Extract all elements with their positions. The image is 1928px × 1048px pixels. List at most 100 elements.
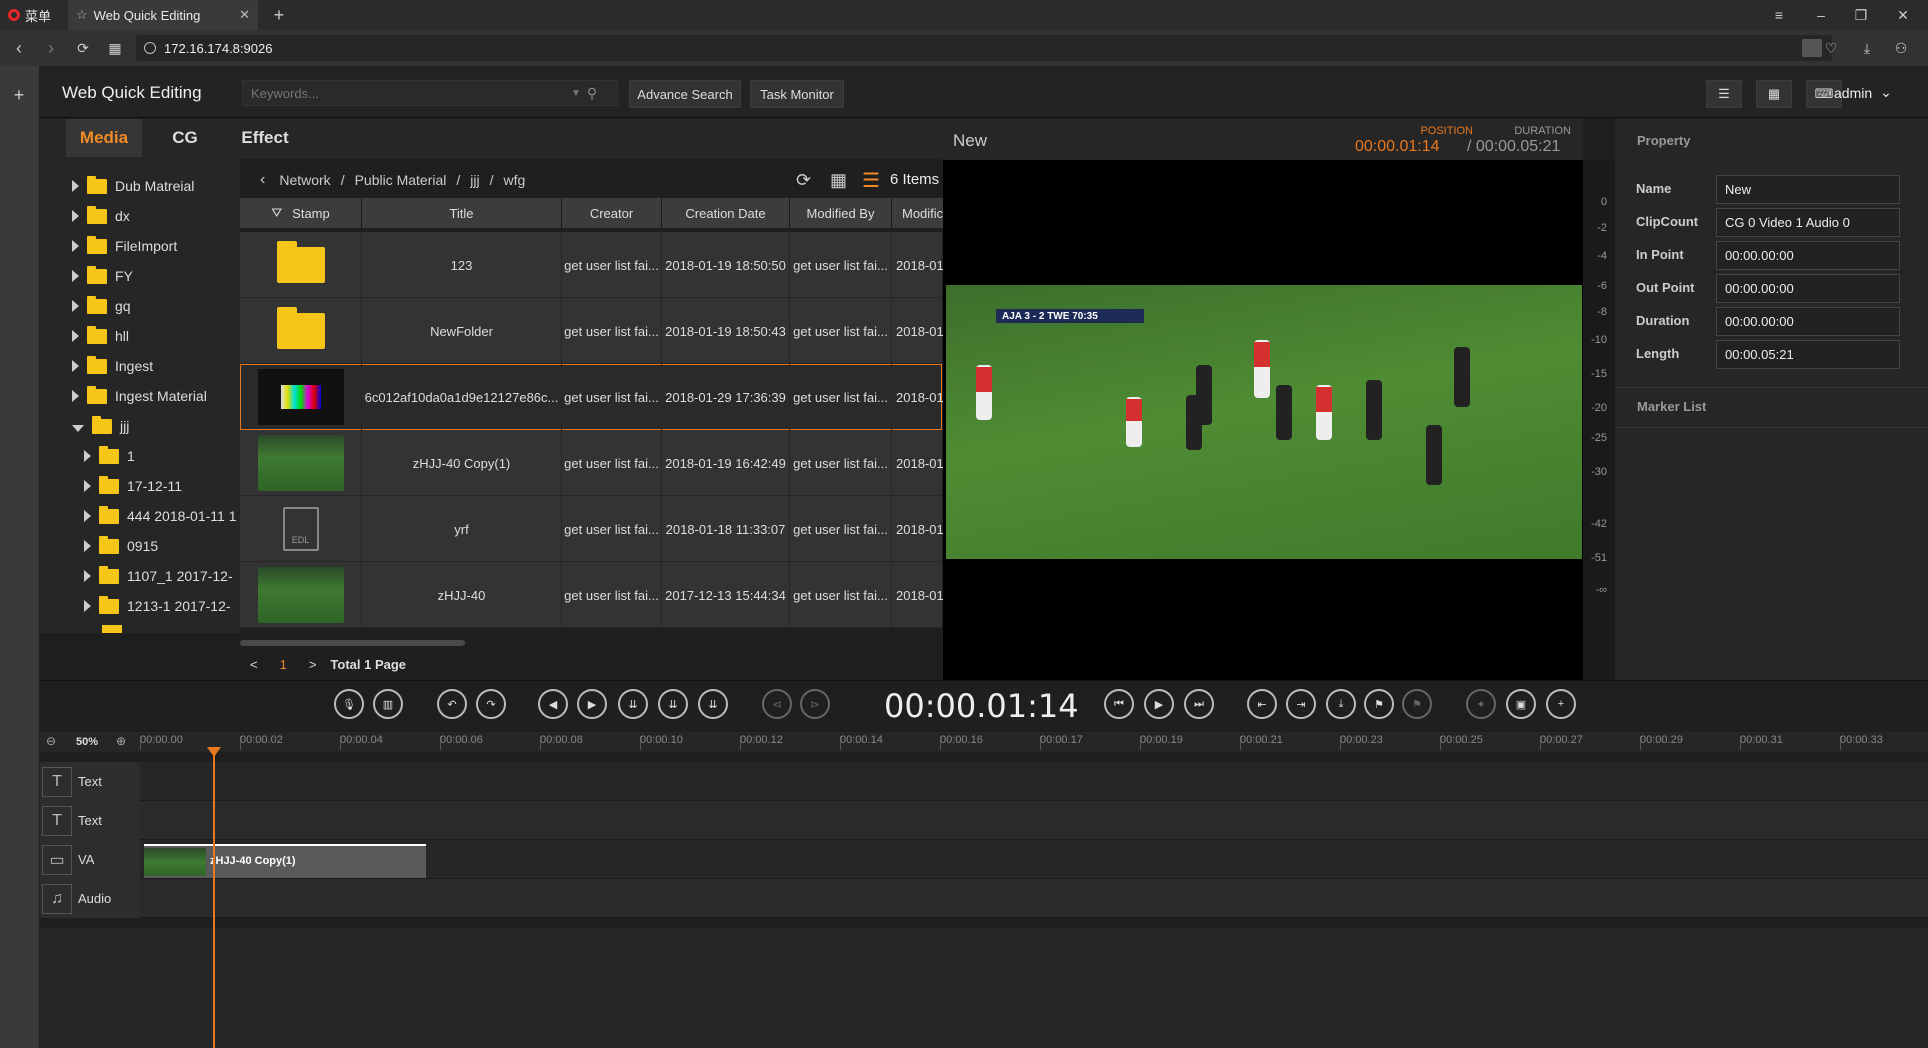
table-row[interactable]: 6c012af10da0a1d9e12127e86c... get user li… xyxy=(240,364,943,430)
column-stamp[interactable]: ⛛ Stamp xyxy=(240,198,362,228)
property-value-field[interactable]: CG 0 Video 1 Audio 0 xyxy=(1716,208,1900,237)
zoom-in-icon[interactable]: ⊕ xyxy=(116,734,126,748)
column-modified-by[interactable]: Modified By xyxy=(790,198,892,228)
refresh-icon[interactable]: ⟳ xyxy=(796,170,811,191)
search-input[interactable] xyxy=(251,85,571,101)
tree-view-icon[interactable]: ☰ xyxy=(1706,80,1742,108)
split-left-icon[interactable]: ⇊ xyxy=(658,689,688,719)
download-icon[interactable]: ⤓ xyxy=(1856,37,1878,59)
split-right-icon[interactable]: ⇊ xyxy=(698,689,728,719)
prev-marker-icon[interactable]: ⊲ xyxy=(762,689,792,719)
tree-item[interactable]: 1 xyxy=(84,443,135,469)
mark-in-icon[interactable]: ◀ xyxy=(538,689,568,719)
column-creation-date[interactable]: Creation Date xyxy=(662,198,790,228)
tree-item[interactable]: FY xyxy=(72,263,133,289)
tree-item[interactable]: Ingest Material xyxy=(72,383,207,409)
table-row[interactable]: zHJJ-40 get user list fai... 2017-12-13 15… xyxy=(240,562,943,628)
track-header[interactable]: ♫ Audio xyxy=(40,879,140,918)
tree-item[interactable]: Ingest xyxy=(72,353,153,379)
timeline-clip[interactable]: zHJJ-40 Copy(1) xyxy=(144,844,426,878)
tree-item[interactable]: 1107_1 2017-12- xyxy=(84,563,233,589)
zoom-out-icon[interactable]: ⊖ xyxy=(46,734,56,748)
pager-prev[interactable]: < xyxy=(250,657,258,672)
tree-item[interactable]: FileImport xyxy=(72,233,177,259)
task-monitor-button[interactable]: Task Monitor xyxy=(750,80,844,108)
tree-item[interactable]: Dub Matreial xyxy=(72,173,194,199)
caret-right-icon[interactable] xyxy=(72,360,79,372)
column-creator[interactable]: Creator xyxy=(562,198,662,228)
tab-media[interactable]: Media xyxy=(66,119,142,157)
microphone-icon[interactable]: 🎙 xyxy=(334,689,364,719)
track-header[interactable]: T Text xyxy=(40,762,140,801)
tree-item[interactable]: 17-12-11 xyxy=(84,473,182,499)
tab-cg[interactable]: CG xyxy=(152,119,218,157)
play-icon[interactable]: ▶ xyxy=(1144,689,1174,719)
undo-icon[interactable]: ↶ xyxy=(437,689,467,719)
table-row[interactable]: EDL yrf get user list fai... 2018-01-18 11:… xyxy=(240,496,943,562)
tab-effect[interactable]: Effect xyxy=(220,119,310,157)
caret-right-icon[interactable] xyxy=(72,330,79,342)
advance-search-button[interactable]: Advance Search xyxy=(629,80,741,108)
tree-item[interactable]: dx xyxy=(72,203,130,229)
thumbnail-view-icon[interactable]: ▦ xyxy=(830,170,847,191)
breadcrumb-wfg[interactable]: wfg xyxy=(504,172,526,188)
horizontal-scrollbar[interactable] xyxy=(240,640,465,646)
tab-menu-icon[interactable]: ≡ xyxy=(1768,4,1790,26)
tree-item[interactable]: hll xyxy=(72,323,129,349)
step-back-icon[interactable]: ⏮ xyxy=(1104,689,1134,719)
browser-tab-active[interactable]: ☆ Web Quick Editing ✕ xyxy=(68,0,258,30)
minimize-icon[interactable]: – xyxy=(1810,4,1832,26)
track-header[interactable]: T Text xyxy=(40,801,140,840)
property-value-field[interactable]: 00:00.00:00 xyxy=(1716,307,1900,336)
property-value-field[interactable]: 00:00.00:00 xyxy=(1716,274,1900,303)
save-icon[interactable]: ▣ xyxy=(1506,689,1536,719)
track-header[interactable]: ▭ VA xyxy=(40,840,140,879)
add-icon[interactable]: + xyxy=(1546,689,1576,719)
caret-right-icon[interactable] xyxy=(72,180,79,192)
go-to-end-icon[interactable]: ⇥ xyxy=(1286,689,1316,719)
dropdown-arrow-icon[interactable]: ▼ xyxy=(571,88,581,99)
speed-dial-icon[interactable]: ▦ xyxy=(104,37,126,59)
breadcrumb-network[interactable]: Network xyxy=(279,172,330,188)
delete-marker-icon[interactable]: ⚑ xyxy=(1402,689,1432,719)
caret-right-icon[interactable] xyxy=(84,510,91,522)
playhead[interactable] xyxy=(213,750,215,1048)
property-value-field[interactable]: New xyxy=(1716,175,1900,204)
heart-icon[interactable]: ♡ xyxy=(1820,37,1842,59)
snap-icon[interactable]: ✦ xyxy=(1466,689,1496,719)
mark-out-icon[interactable]: ▶ xyxy=(577,689,607,719)
adblock-icon[interactable] xyxy=(1802,39,1822,57)
tree-item[interactable]: gq xyxy=(72,293,131,319)
next-marker-icon[interactable]: ⊳ xyxy=(800,689,830,719)
waveform-icon[interactable]: ▥ xyxy=(373,689,403,719)
back-icon[interactable]: ‹ xyxy=(8,37,30,59)
caret-right-icon[interactable] xyxy=(84,570,91,582)
caret-right-icon[interactable] xyxy=(72,270,79,282)
table-row[interactable]: NewFolder get user list fai... 2018-01-19 … xyxy=(240,298,943,364)
column-title[interactable]: Title xyxy=(362,198,562,228)
browser-menu-button[interactable]: 菜单 xyxy=(8,0,51,30)
caret-right-icon[interactable] xyxy=(72,390,79,402)
grid-view-icon[interactable]: ▦ xyxy=(1756,80,1792,108)
caret-right-icon[interactable] xyxy=(72,240,79,252)
add-marker-icon[interactable]: ⚑ xyxy=(1364,689,1394,719)
breadcrumb-public-material[interactable]: Public Material xyxy=(355,172,447,188)
preview-viewer[interactable]: AJA 3 - 2 TWE 70:35 xyxy=(943,160,1583,680)
user-menu[interactable]: admin ⌄ xyxy=(1834,84,1892,101)
close-window-icon[interactable]: ✕ xyxy=(1892,4,1914,26)
filter-icon[interactable]: ⛛ xyxy=(271,205,282,221)
tree-item[interactable]: 1213-1 2017-12- xyxy=(84,593,231,619)
sidebar-add-icon[interactable]: + xyxy=(8,84,30,106)
table-row[interactable]: zHJJ-40 Copy(1) get user list fai... 2018-… xyxy=(240,430,943,496)
search-field[interactable]: ▼ ⚲ xyxy=(242,80,618,106)
table-row[interactable]: 123 get user list fai... 2018-01-19 18:50:… xyxy=(240,232,943,298)
pager-current-page[interactable]: 1 xyxy=(280,657,287,672)
caret-right-icon[interactable] xyxy=(84,480,91,492)
step-forward-icon[interactable]: ⏭ xyxy=(1184,689,1214,719)
lift-icon[interactable]: ⤓ xyxy=(1326,689,1356,719)
split-icon[interactable]: ⇊ xyxy=(618,689,648,719)
breadcrumb-back-icon[interactable]: ‹ xyxy=(260,171,265,189)
list-view-icon[interactable]: ☰ xyxy=(862,168,880,193)
search-icon[interactable]: ⚲ xyxy=(587,85,597,102)
reload-icon[interactable]: ⟳ xyxy=(72,37,94,59)
